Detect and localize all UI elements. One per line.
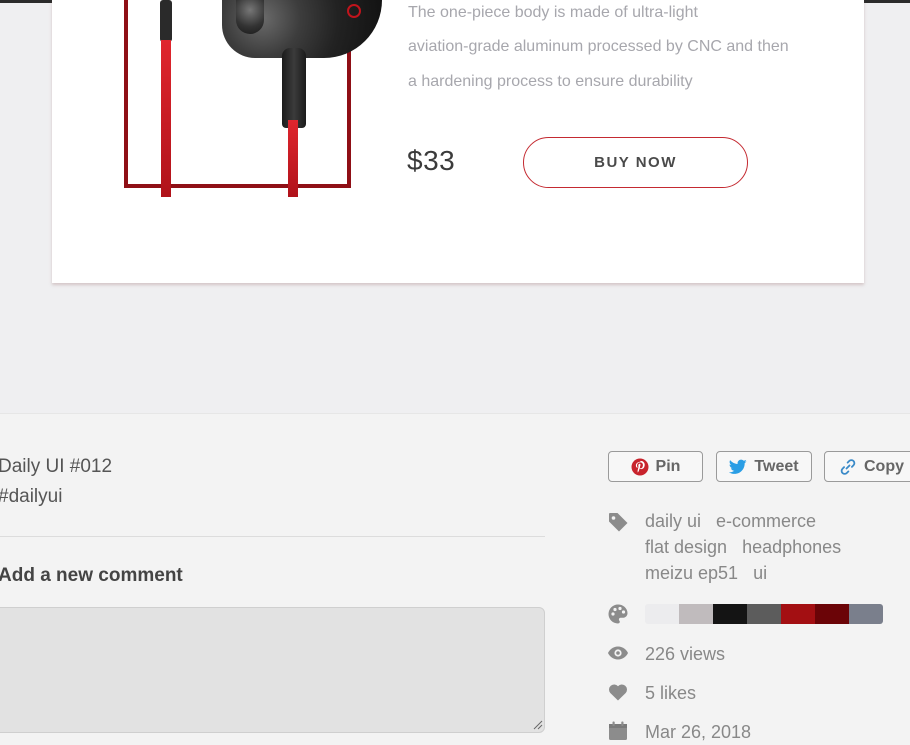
- color-palette: [645, 604, 883, 624]
- view-count: 226 views: [645, 644, 726, 664]
- divider: [0, 536, 545, 537]
- tag-link[interactable]: ui: [753, 563, 767, 583]
- earbud-tip: [236, 0, 264, 34]
- link-icon: [840, 458, 856, 475]
- color-swatch[interactable]: [679, 604, 713, 624]
- color-swatch[interactable]: [781, 604, 815, 624]
- post-date: Mar 26, 2018: [645, 722, 752, 742]
- tag-link[interactable]: daily ui: [645, 511, 701, 531]
- color-swatch[interactable]: [645, 604, 679, 624]
- earphone-cable-left: [161, 40, 171, 197]
- palette-icon: [608, 604, 628, 624]
- color-swatch[interactable]: [815, 604, 849, 624]
- tag-link[interactable]: e-commerce: [716, 511, 816, 531]
- pin-label: Pin: [655, 457, 681, 475]
- buy-now-button[interactable]: BUY NOW: [523, 137, 748, 188]
- product-description-line: The one-piece body is made of ultra-ligh…: [408, 4, 698, 21]
- product-description-line: aviation-grade aluminum processed by CNC…: [408, 38, 789, 55]
- comment-input[interactable]: [0, 607, 545, 733]
- comment-heading: Add a new comment: [0, 565, 183, 586]
- earbud-logo: [347, 4, 361, 18]
- like-count[interactable]: 5 likes: [645, 683, 696, 704]
- color-swatch[interactable]: [747, 604, 781, 624]
- earphone-cable-top: [160, 0, 172, 42]
- pinterest-icon: [631, 458, 649, 475]
- product-price: $33: [407, 145, 456, 176]
- color-swatch[interactable]: [713, 604, 747, 624]
- pin-button[interactable]: Pin: [608, 451, 703, 482]
- color-swatch[interactable]: [849, 604, 883, 624]
- tag-list: daily ui e-commerce flat design headphon…: [645, 508, 895, 586]
- resize-grip-icon[interactable]: [533, 720, 543, 730]
- copy-link-button[interactable]: Copy: [824, 451, 910, 482]
- earphone-cable-right: [288, 120, 298, 197]
- shot-hashtag[interactable]: #dailyui: [0, 486, 62, 508]
- tweet-label: Tweet: [754, 457, 799, 475]
- tag-link[interactable]: flat design: [645, 537, 727, 557]
- calendar-icon: [609, 721, 627, 740]
- tag-link[interactable]: meizu ep51: [645, 563, 738, 583]
- heart-icon: [609, 684, 627, 701]
- product-description-line: a hardening process to ensure durability: [408, 73, 693, 90]
- earbud-stem: [282, 48, 306, 128]
- tag-icon: [609, 513, 628, 532]
- copy-label: Copy: [864, 457, 904, 475]
- shot-title: Daily UI #012: [0, 456, 113, 477]
- tag-link[interactable]: headphones: [742, 537, 841, 557]
- tweet-button[interactable]: Tweet: [716, 451, 812, 482]
- eye-icon: [608, 646, 628, 660]
- twitter-icon: [729, 459, 748, 474]
